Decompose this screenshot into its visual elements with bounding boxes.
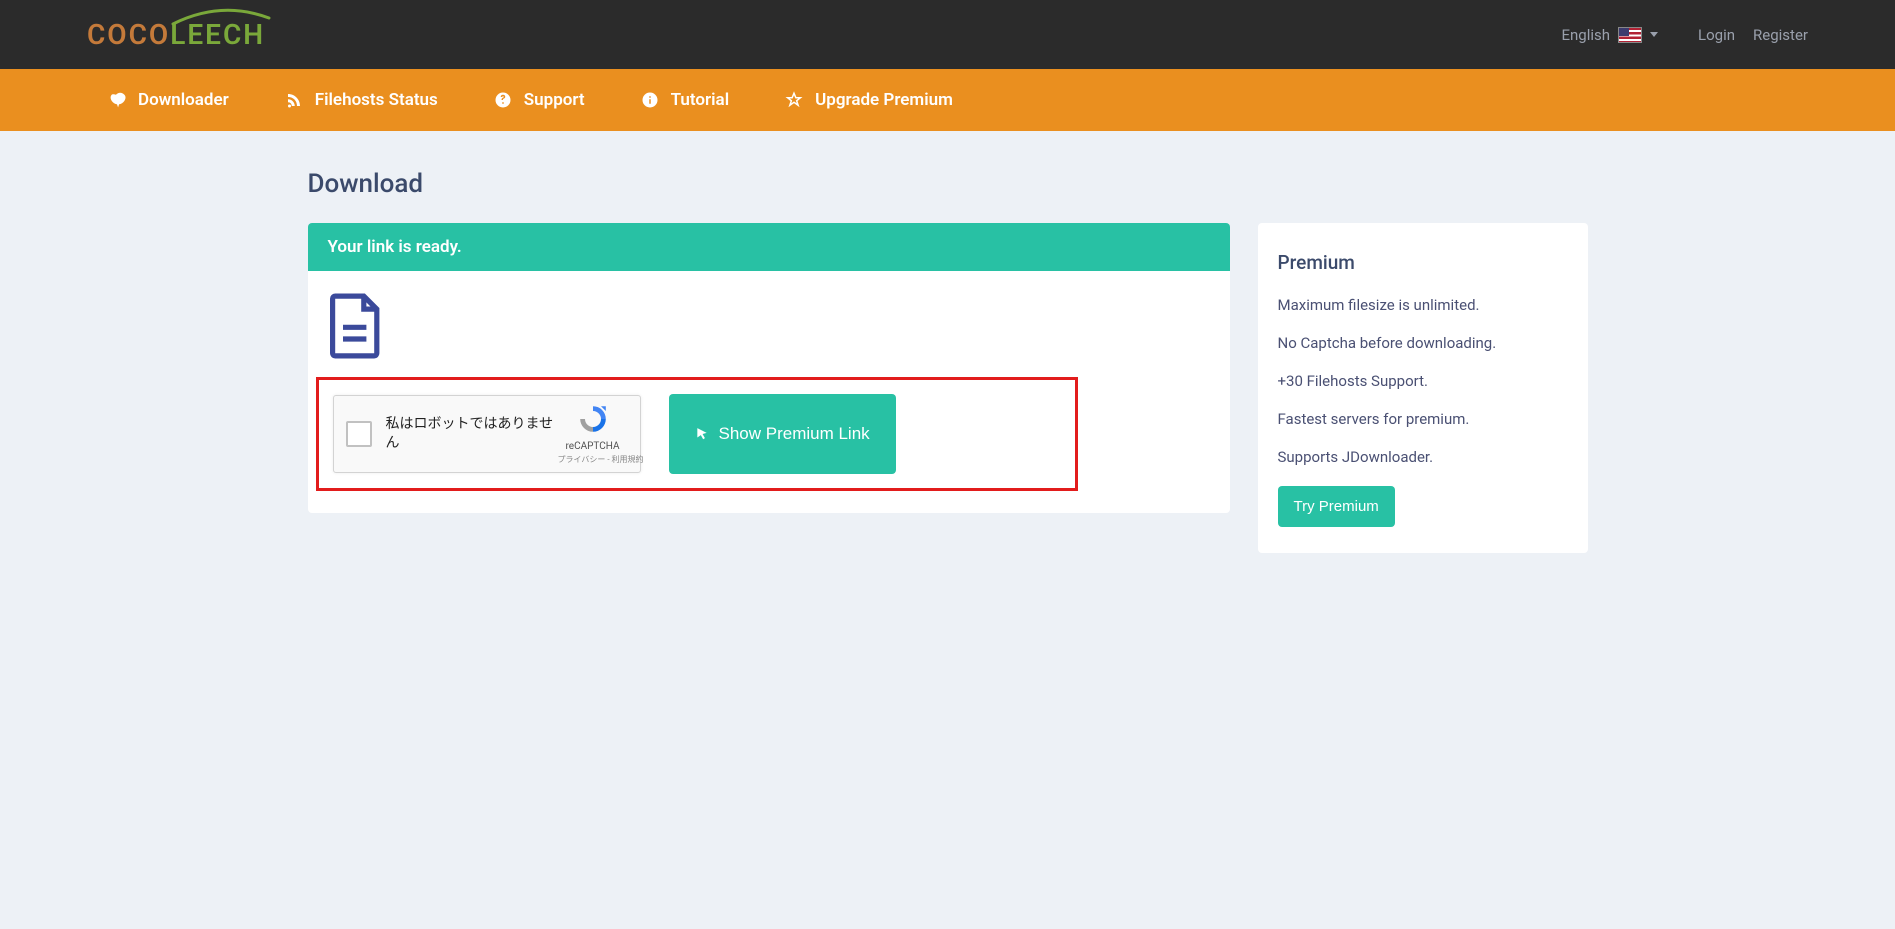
recaptcha-label: 私はロボットではありません	[386, 415, 558, 453]
recaptcha-icon	[577, 403, 609, 435]
help-circle-icon	[494, 91, 512, 109]
top-header: COCOLEECH English Login Register	[0, 0, 1895, 69]
chevron-down-icon	[1650, 32, 1658, 37]
info-circle-icon	[641, 91, 659, 109]
rss-icon	[285, 91, 303, 109]
language-selector[interactable]: English	[1562, 26, 1659, 44]
nav-support[interactable]: Support	[466, 69, 613, 131]
nav-downloader[interactable]: Downloader	[80, 69, 257, 131]
download-panel: Your link is ready. 私はロボットではあ	[308, 223, 1230, 513]
premium-feature: Supports JDownloader.	[1278, 448, 1568, 466]
recaptcha-brand-text: reCAPTCHA	[558, 441, 628, 452]
premium-feature: Fastest servers for premium.	[1278, 410, 1568, 428]
main-nav: Downloader Filehosts Status Support Tuto…	[0, 69, 1895, 131]
nav-item-label: Upgrade Premium	[815, 90, 953, 110]
nav-item-label: Tutorial	[671, 90, 729, 110]
premium-card: Premium Maximum filesize is unlimited. N…	[1258, 223, 1588, 553]
file-icon-area	[330, 293, 1208, 377]
show-premium-label: Show Premium Link	[719, 424, 870, 444]
nav-item-label: Downloader	[138, 90, 229, 110]
premium-feature: Maximum filesize is unlimited.	[1278, 296, 1568, 314]
premium-feature: +30 Filehosts Support.	[1278, 372, 1568, 390]
nav-tutorial[interactable]: Tutorial	[613, 69, 757, 131]
site-logo[interactable]: COCOLEECH	[87, 18, 265, 51]
recaptcha-checkbox[interactable]	[346, 421, 372, 447]
try-premium-button[interactable]: Try Premium	[1278, 486, 1395, 527]
header-right-group: English Login Register	[1562, 26, 1809, 44]
language-label: English	[1562, 26, 1611, 44]
show-premium-link-button[interactable]: Show Premium Link	[669, 394, 896, 474]
star-outline-icon	[785, 91, 803, 109]
download-panel-header: Your link is ready.	[308, 223, 1230, 271]
recaptcha-logo-area: reCAPTCHA プライバシー - 利用規約	[558, 403, 628, 465]
logo-swoosh-icon	[171, 6, 271, 28]
nav-filehosts[interactable]: Filehosts Status	[257, 69, 466, 131]
nav-item-label: Support	[524, 90, 585, 110]
premium-card-title: Premium	[1278, 251, 1568, 274]
nav-item-label: Filehosts Status	[315, 90, 438, 110]
cursor-icon	[695, 427, 709, 441]
page-title: Download	[308, 169, 1588, 199]
us-flag-icon	[1618, 27, 1642, 43]
login-link[interactable]: Login	[1698, 26, 1735, 44]
logo-text-coco: COCO	[87, 18, 170, 51]
recaptcha-widget[interactable]: 私はロボットではありません reCAPTCHA プライバシー - 利用規約	[333, 395, 641, 473]
file-icon	[330, 293, 382, 359]
nav-upgrade[interactable]: Upgrade Premium	[757, 69, 981, 131]
captcha-highlight-box: 私はロボットではありません reCAPTCHA プライバシー - 利用規約	[316, 377, 1078, 491]
recaptcha-privacy-links[interactable]: プライバシー - 利用規約	[558, 454, 628, 465]
rocket-icon	[108, 91, 126, 109]
register-link[interactable]: Register	[1753, 26, 1808, 44]
page-title-area: Download	[308, 131, 1588, 223]
premium-feature: No Captcha before downloading.	[1278, 334, 1568, 352]
